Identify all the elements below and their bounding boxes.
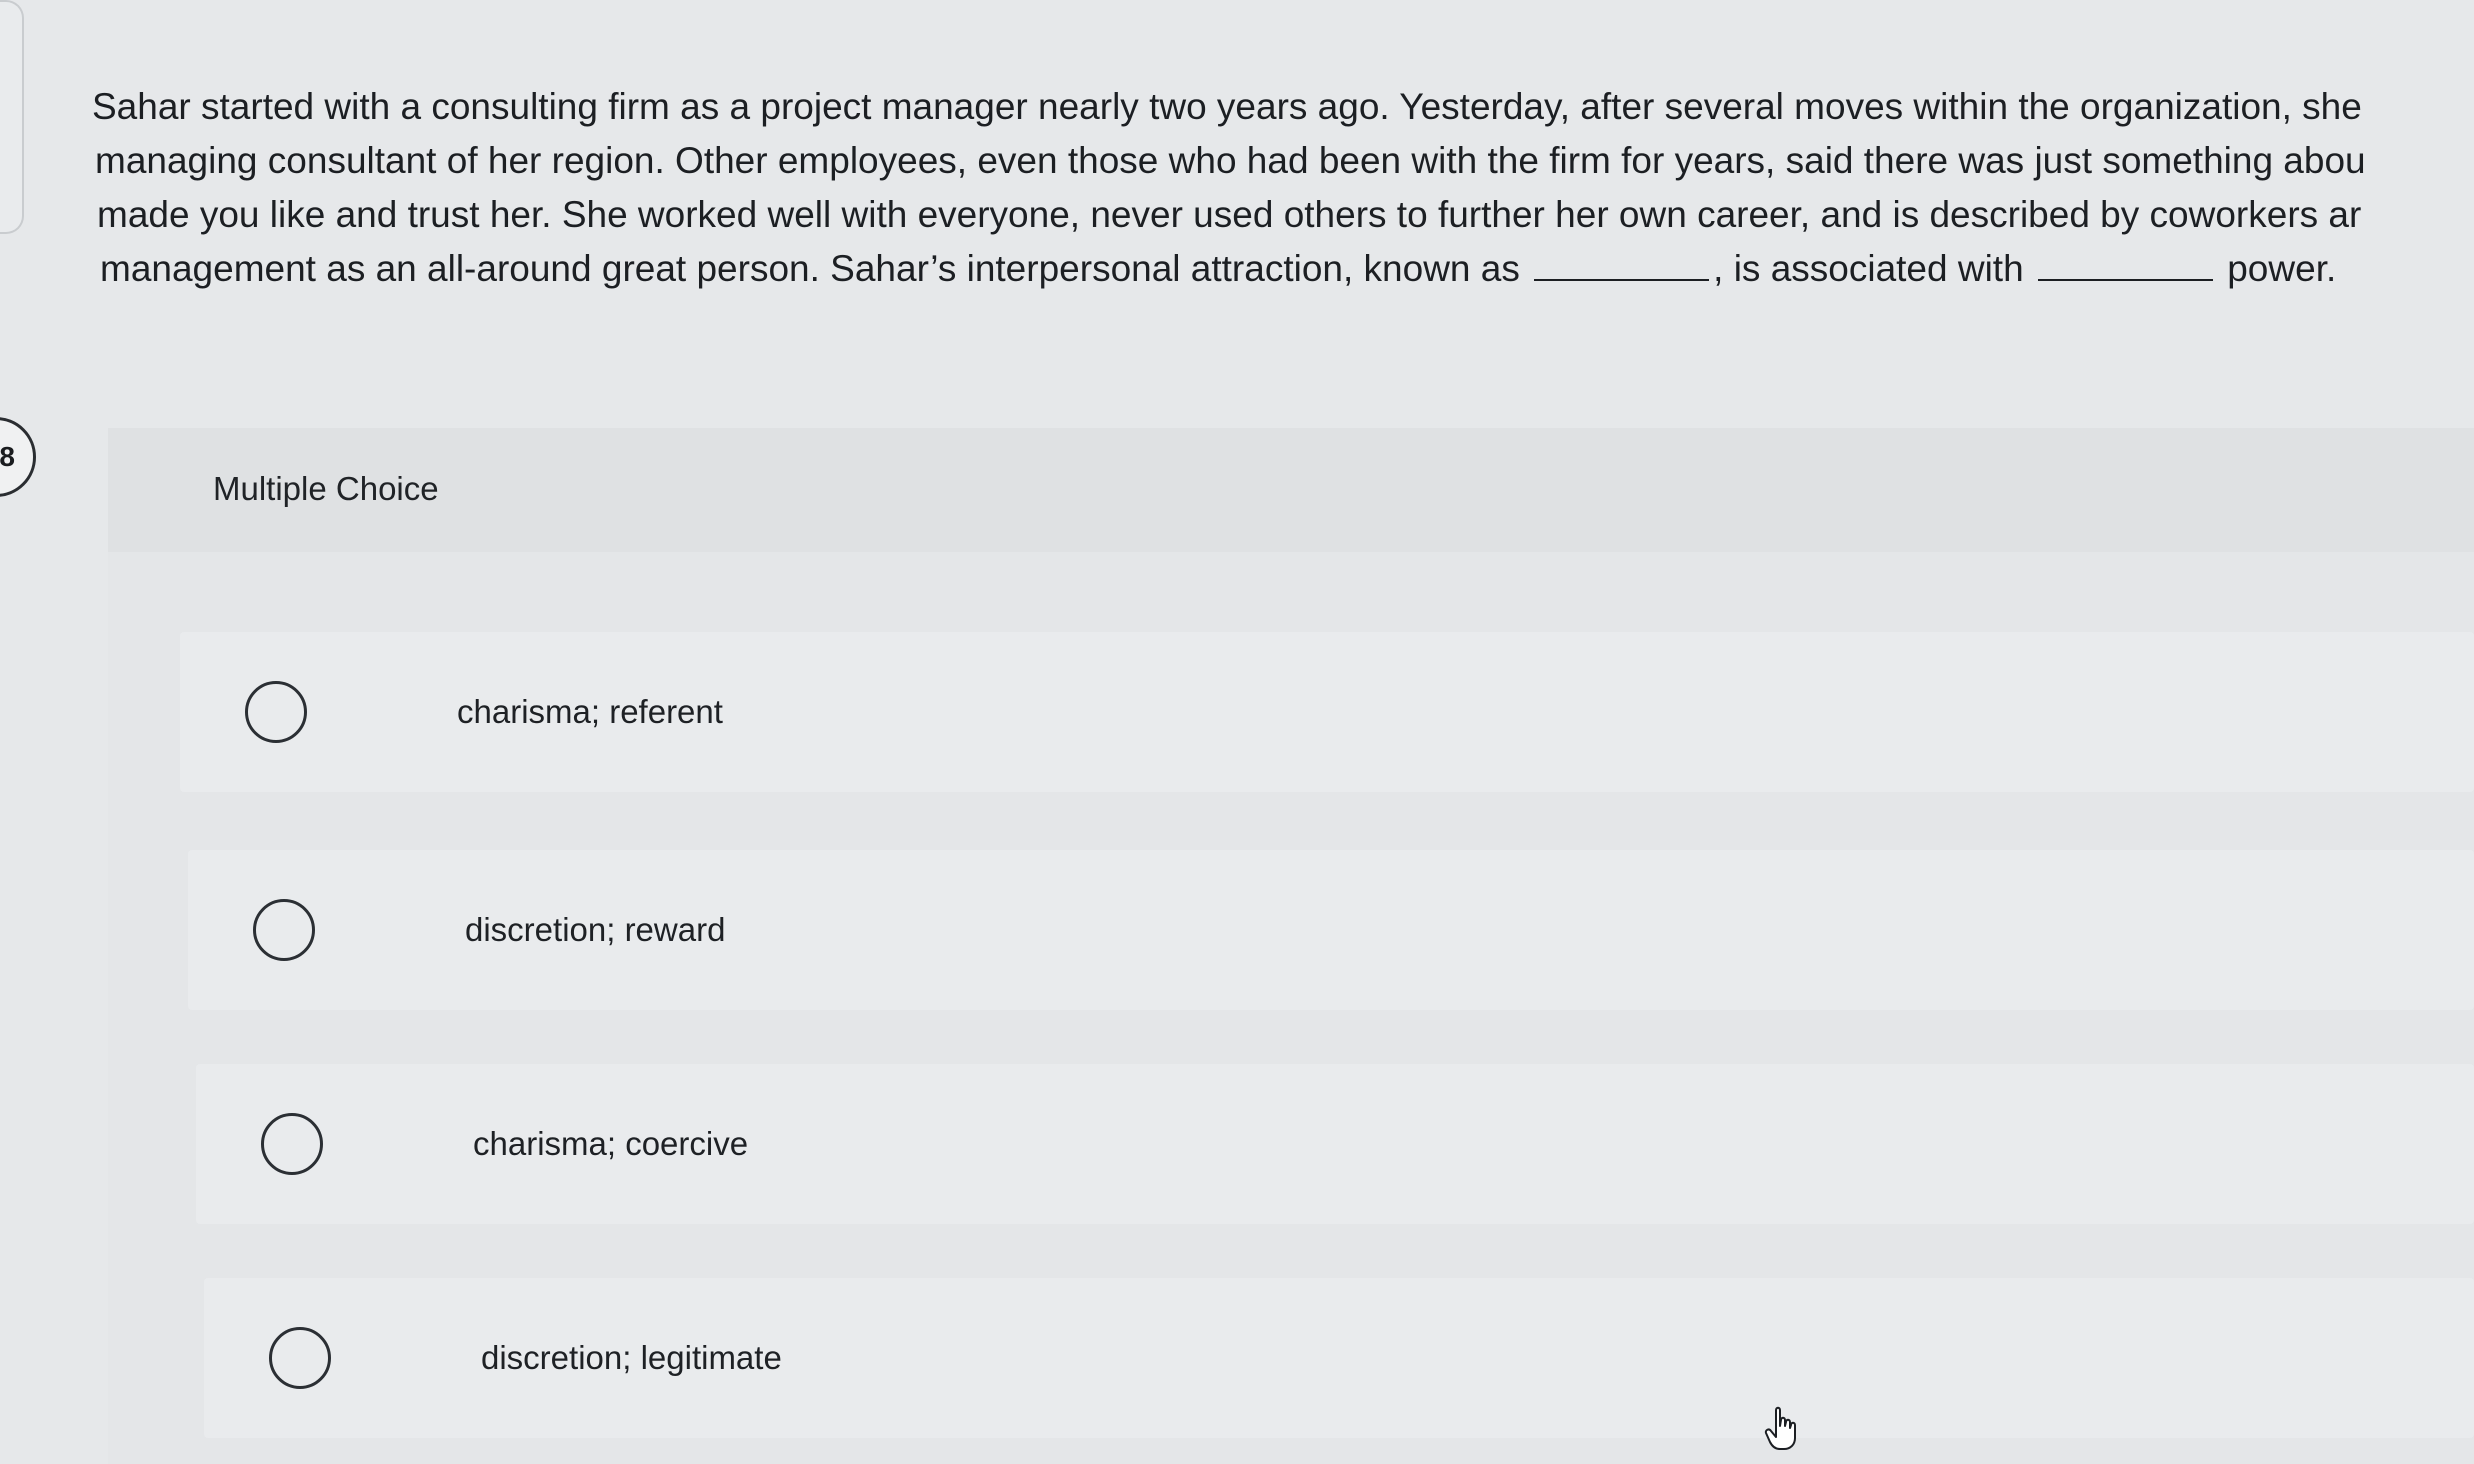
multiple-choice-header: Multiple Choice — [108, 428, 2474, 552]
option-discretion-reward[interactable]: discretion; reward — [188, 850, 2474, 1010]
option-charisma-referent[interactable]: charisma; referent — [180, 632, 2474, 792]
answer-blank-1 — [1534, 245, 1710, 281]
option-label: discretion; reward — [465, 911, 726, 948]
radio-unselected-icon[interactable] — [253, 899, 315, 961]
option-label: charisma; coercive — [473, 1125, 749, 1162]
question-line-4-part-3: power. — [2227, 248, 2337, 289]
question-line-2: managing consultant of her region. Other… — [95, 140, 2366, 181]
radio-unselected-icon[interactable] — [261, 1113, 323, 1175]
option-label: discretion; legitimate — [481, 1339, 782, 1376]
question-number-badge: 8 — [0, 417, 36, 497]
radio-unselected-icon[interactable] — [269, 1327, 331, 1389]
option-discretion-legitimate[interactable]: discretion; legitimate — [204, 1278, 2474, 1438]
option-label: charisma; referent — [457, 693, 723, 730]
question-line-1: Sahar started with a consulting firm as … — [92, 86, 2362, 127]
question-line-4-part-1: management as an all-around great person… — [100, 248, 1520, 289]
question-number: 8 — [0, 441, 15, 472]
question-line-4-part-2: , is associated with — [1713, 248, 2024, 289]
left-rail — [0, 0, 24, 234]
option-charisma-coercive[interactable]: charisma; coercive — [196, 1064, 2474, 1224]
multiple-choice-title: Multiple Choice — [213, 470, 439, 507]
radio-unselected-icon[interactable] — [245, 681, 307, 743]
question-line-4: management as an all-around great person… — [92, 242, 2462, 296]
answer-options: charisma; referent discretion; reward ch… — [108, 552, 2474, 1464]
question-prompt: Sahar started with a consulting firm as … — [92, 80, 2462, 296]
hand-pointer-icon — [1764, 1406, 1796, 1450]
question-line-3: made you like and trust her. She worked … — [97, 194, 2362, 235]
answer-blank-2 — [2037, 245, 2213, 281]
